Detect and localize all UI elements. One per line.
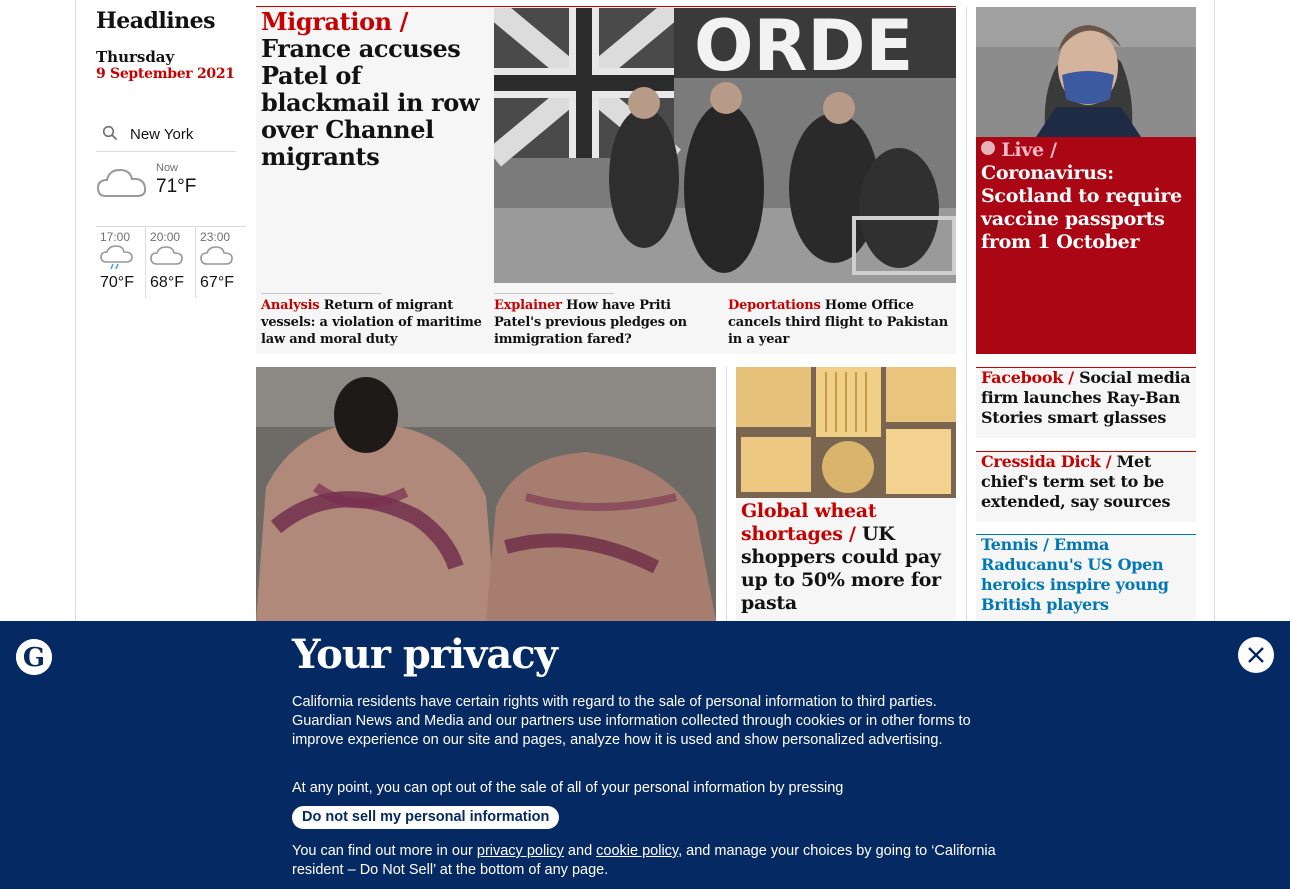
weather-forecast: 17:00 70°F 20:00 68°F 23:00 67°F (96, 226, 246, 298)
forecast-temp: 68°F (150, 274, 184, 291)
side-story-kicker: Cressida Dick / (981, 452, 1112, 471)
privacy-more-info: You can find out more in our privacy pol… (292, 842, 997, 880)
lead-headline-text: France accuses Patel of blackmail in row… (261, 34, 480, 171)
close-icon[interactable] (1238, 637, 1274, 673)
forecast-temp: 67°F (200, 274, 234, 291)
live-image (976, 7, 1196, 137)
svg-text:G: G (23, 643, 45, 673)
forecast-slot: 23:00 67°F (196, 227, 246, 298)
sublink-kicker: Analysis (261, 298, 320, 313)
section-title: Headlines (96, 8, 216, 34)
cloud-icon (150, 246, 184, 274)
date-day: Thursday (96, 48, 175, 66)
lead-story-card[interactable]: Migration / France accuses Patel of blac… (256, 6, 956, 354)
column-divider (966, 7, 967, 621)
afghanistan-image[interactable] (256, 367, 716, 621)
sublink-explainer[interactable]: Explainer How have Priti Patel's previou… (494, 297, 716, 348)
svg-text:ORDE: ORDE (694, 8, 913, 87)
sublink-kicker: Explainer (494, 298, 562, 313)
pasta-image (736, 367, 956, 498)
more-info-text: You can find out more in our (292, 843, 477, 859)
forecast-slot: 17:00 70°F (96, 227, 147, 298)
sublink-deportations[interactable]: Deportations Home Office cancels third f… (728, 297, 953, 348)
live-headline[interactable]: Live / Coronavirus: Scotland to require … (981, 139, 1193, 254)
privacy-policy-link[interactable]: privacy policy (477, 843, 564, 859)
privacy-title: Your privacy (292, 631, 558, 678)
live-headline-text: Coronavirus: Scotland to require vaccine… (981, 162, 1182, 253)
pasta-headline: Global wheat shortages / UK shoppers cou… (741, 500, 953, 615)
lead-photo-illustration: ORDE (494, 8, 956, 283)
cookie-policy-link[interactable]: cookie policy (596, 843, 678, 859)
forecast-slot: 20:00 68°F (146, 227, 197, 298)
now-temperature: 71°F (156, 176, 197, 197)
weather-now: Now 71°F (96, 160, 236, 210)
side-story-kicker: Tennis / (981, 535, 1049, 554)
forecast-time: 23:00 (200, 230, 231, 244)
date-full: 9 September 2021 (96, 66, 235, 82)
do-not-sell-button[interactable]: Do not sell my personal information (292, 806, 560, 829)
live-photo-illustration (976, 7, 1196, 137)
pasta-photo-illustration (736, 367, 956, 498)
live-dot-icon (981, 141, 995, 155)
privacy-banner: G Your privacy California residents have… (0, 621, 1290, 889)
location-name: New York (130, 126, 194, 143)
pasta-story-card[interactable]: Global wheat shortages / UK shoppers cou… (736, 367, 956, 621)
now-label: Now (156, 162, 179, 174)
sublink-analysis[interactable]: Analysis Return of migrant vessels: a vi… (261, 297, 483, 348)
live-story-card[interactable]: Live / Coronavirus: Scotland to require … (976, 7, 1196, 354)
side-story-tennis[interactable]: Tennis / Emma Raducanu's US Open heroics… (976, 534, 1196, 621)
lead-kicker: Migration / (261, 7, 409, 36)
privacy-paragraph: California residents have certain rights… (292, 694, 971, 748)
side-story-headline: Cressida Dick / Met chief's term set to … (981, 452, 1193, 512)
side-story-kicker: Facebook / (981, 368, 1074, 387)
lead-image[interactable]: ORDE (494, 8, 956, 283)
side-story-facebook[interactable]: Facebook / Social media firm launches Ra… (976, 367, 1196, 438)
guardian-logo-icon: G (16, 639, 52, 675)
cloud-icon (96, 164, 148, 204)
cloud-icon (200, 246, 234, 274)
side-story-headline: Tennis / Emma Raducanu's US Open heroics… (981, 535, 1193, 615)
forecast-temp: 70°F (100, 274, 134, 291)
backs-photo-illustration (256, 367, 716, 621)
privacy-optout-text: At any point, you can opt out of the sal… (292, 780, 844, 796)
weather-location[interactable]: New York (96, 118, 236, 152)
left-rail: Headlines Thursday 9 September 2021 New … (96, 0, 246, 298)
pasta-kicker: Global wheat shortages / (741, 500, 877, 545)
search-icon (102, 125, 122, 145)
live-badge: Live / (1001, 139, 1057, 161)
rain-cloud-icon (100, 245, 134, 274)
more-info-text: and (563, 843, 597, 859)
sublink-kicker: Deportations (728, 298, 821, 313)
divider (261, 293, 381, 294)
column-divider (726, 367, 727, 621)
lead-headline[interactable]: Migration / France accuses Patel of blac… (261, 8, 486, 170)
forecast-time: 20:00 (150, 230, 181, 244)
side-story-met[interactable]: Cressida Dick / Met chief's term set to … (976, 451, 1196, 522)
side-story-headline: Facebook / Social media firm launches Ra… (981, 368, 1193, 428)
divider (494, 293, 614, 294)
forecast-time: 17:00 (100, 230, 131, 244)
